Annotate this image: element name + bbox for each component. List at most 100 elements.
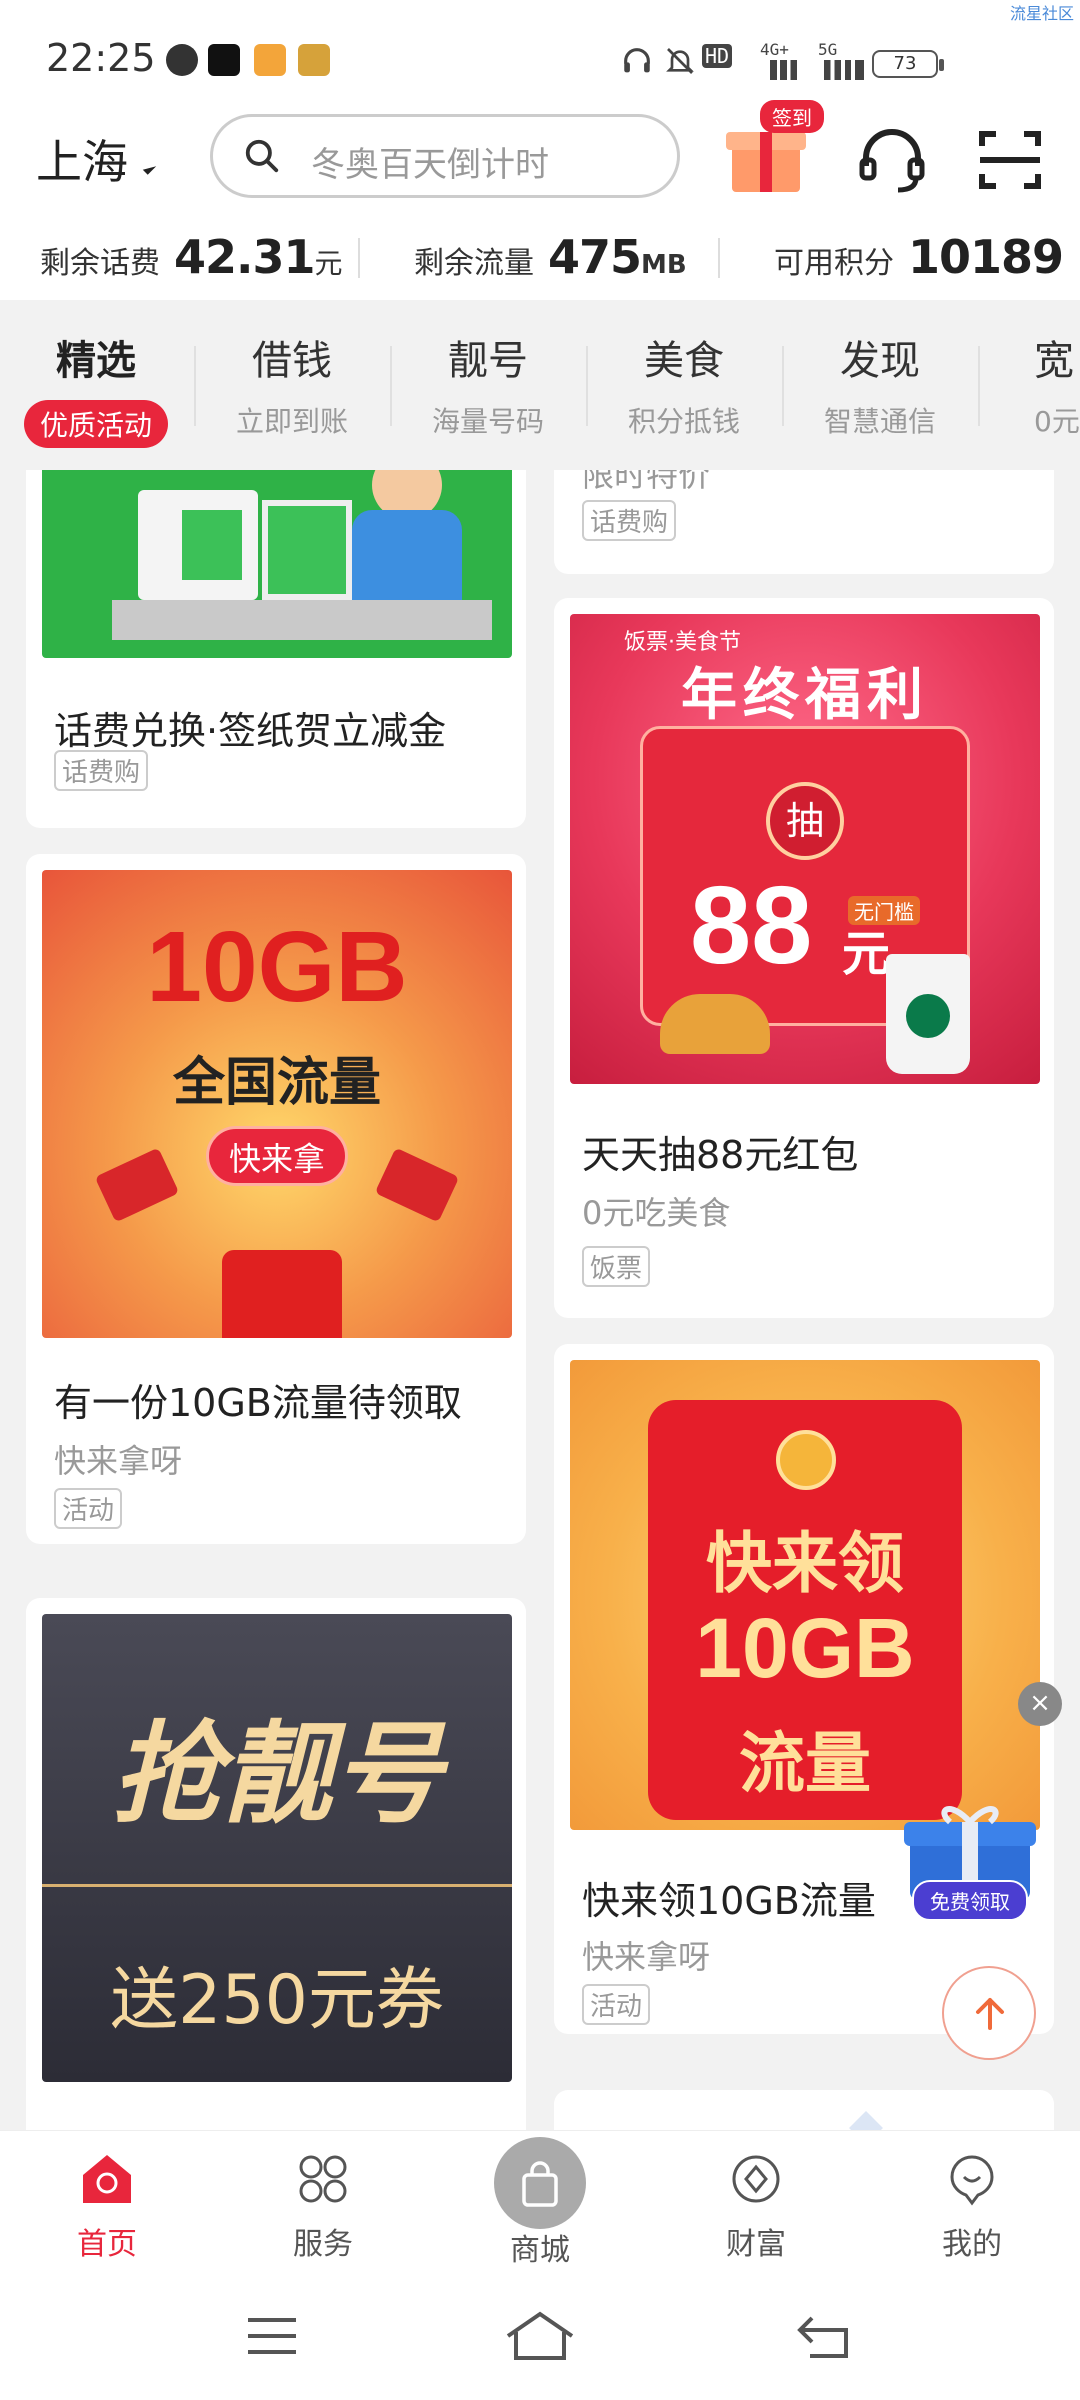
signin-badge[interactable]: 签到 bbox=[760, 100, 824, 133]
status-bar: 22:25 流星社区 HD 4G+ 5G 73 bbox=[0, 0, 1080, 100]
product-card[interactable]: 饭票·美食节 年终福利 抽 88 元 无门槛 天天抽88元红包 0元吃美食 饭票 bbox=[554, 598, 1054, 1318]
tab-sublabel: 优质活动 bbox=[23, 400, 168, 448]
banner-button: 快来拿 bbox=[206, 1126, 348, 1186]
tiktok-app-icon bbox=[208, 44, 240, 76]
card-image: 饭票·美食节 年终福利 抽 88 元 无门槛 bbox=[570, 614, 1040, 1084]
balance-fee-unit: 元 bbox=[314, 247, 343, 280]
caret-down-icon bbox=[142, 161, 157, 175]
card-subtitle: 0元吃美食 bbox=[582, 1194, 731, 1232]
tab-sublabel: 海量号码 bbox=[431, 405, 544, 438]
search-icon bbox=[245, 139, 279, 173]
balance-fee-label: 剩余话费 bbox=[40, 246, 160, 281]
card-title-partial: 限时特价 bbox=[582, 470, 711, 494]
free-claim-badge[interactable]: 免费领取 bbox=[912, 1880, 1028, 1921]
nav-label: 财富 bbox=[726, 2227, 786, 2262]
home-logo-icon bbox=[83, 2155, 131, 2203]
tab-sublabel: 积分抵钱 bbox=[627, 405, 740, 438]
card-image: 快来领 10GB 流量 bbox=[570, 1360, 1040, 1830]
home-system-icon[interactable] bbox=[504, 2310, 576, 2362]
card-title: 有一份10GB流量待领取 bbox=[54, 1381, 462, 1425]
penguin-app-icon bbox=[298, 44, 330, 76]
search-box[interactable]: 冬奥百天倒计时 bbox=[210, 114, 680, 198]
tab-label: 借钱 bbox=[252, 338, 332, 384]
card-tag: 活动 bbox=[582, 1984, 651, 2025]
card-tag: 饭票 bbox=[582, 1246, 651, 1287]
card-subtitle: 快来拿呀 bbox=[582, 1938, 711, 1976]
system-navigation-bar bbox=[0, 2274, 1080, 2400]
divider bbox=[358, 238, 360, 278]
category-tabs: 精选 优质活动 借钱 立即到账 靓号 海量号码 美食 积分抵钱 发现 智慧通信 … bbox=[0, 300, 1080, 470]
tab-label: 宽 bbox=[1034, 338, 1074, 384]
banner-headline: 年终福利 bbox=[681, 663, 929, 728]
card-title: 快来领10GB流量 bbox=[582, 1879, 876, 1923]
product-card[interactable]: 10GB 全国流量 快来拿 有一份10GB流量待领取 快来拿呀 活动 bbox=[26, 854, 526, 1544]
app-header: 上海 冬奥百天倒计时 签到 剩余话费 42.31元 剩余流量 475MB 可用积分 1… bbox=[0, 100, 1080, 300]
card-title: 天天抽88元红包 bbox=[582, 1133, 859, 1177]
headphones-icon bbox=[624, 48, 650, 73]
banner-line3: 流量 bbox=[739, 1725, 871, 1802]
hd-label: HD bbox=[702, 44, 733, 68]
tab-label: 美食 bbox=[644, 338, 724, 384]
browser-app-icon bbox=[166, 44, 198, 76]
tab-number[interactable]: 靓号 海量号码 bbox=[390, 328, 586, 440]
menu-icon[interactable] bbox=[246, 2314, 298, 2358]
nav-home[interactable]: 首页 bbox=[32, 2149, 182, 2263]
banner-subline: 送250元券 bbox=[110, 1961, 444, 2040]
banner-headline: 抢靓号 bbox=[112, 1710, 442, 1838]
banner-line2: 10GB bbox=[695, 1601, 915, 1695]
tab-featured[interactable]: 精选 优质活动 bbox=[0, 328, 194, 448]
banner-line1: 快来领 bbox=[706, 1525, 904, 1602]
tab-label: 精选 bbox=[56, 338, 136, 384]
signal-5g-icon bbox=[824, 60, 864, 80]
card-tag: 话费购 bbox=[54, 750, 149, 791]
balance-data-value: 475 bbox=[548, 230, 642, 284]
scan-icon[interactable] bbox=[970, 120, 1050, 200]
card-image: 抢靓号 送250元券 bbox=[42, 1614, 512, 2082]
nav-mall[interactable]: 商城 bbox=[465, 2149, 615, 2269]
card-tag: 活动 bbox=[54, 1488, 123, 1529]
profile-icon bbox=[950, 2155, 994, 2206]
product-card[interactable]: 话费兑换·签纸贺立减金 话费购 bbox=[26, 470, 526, 828]
tab-food[interactable]: 美食 积分抵钱 bbox=[586, 328, 782, 440]
balance-data-label: 剩余流量 bbox=[414, 246, 534, 281]
tab-sublabel: 0元预 bbox=[1034, 405, 1080, 438]
balance-fee[interactable]: 剩余话费 42.31元 bbox=[40, 230, 343, 284]
tab-discover[interactable]: 发现 智慧通信 bbox=[782, 328, 978, 440]
signal-4g-icon bbox=[770, 60, 804, 80]
banner-headline: 10GB bbox=[146, 911, 408, 1023]
tab-broadband[interactable]: 宽 0元预 bbox=[978, 328, 1080, 440]
card-image bbox=[42, 470, 512, 658]
game-app-icon bbox=[254, 44, 286, 76]
shopping-bag-icon bbox=[522, 2161, 558, 2207]
nav-wealth[interactable]: 财富 bbox=[681, 2149, 831, 2263]
close-floating-button[interactable]: × bbox=[1018, 1682, 1062, 1726]
divider bbox=[718, 238, 720, 278]
back-icon[interactable] bbox=[796, 2312, 852, 2360]
search-placeholder: 冬奥百天倒计时 bbox=[311, 145, 549, 185]
balance-points-value: 10189 bbox=[908, 230, 1064, 284]
nav-label: 商城 bbox=[510, 2233, 570, 2268]
customer-service-icon[interactable] bbox=[852, 120, 932, 200]
tab-label: 发现 bbox=[840, 338, 920, 384]
network-5g-label: 5G bbox=[818, 40, 838, 59]
nav-service[interactable]: 服务 bbox=[248, 2149, 398, 2263]
city-selector[interactable]: 上海 bbox=[36, 126, 128, 192]
product-card[interactable] bbox=[554, 2090, 1054, 2130]
balance-fee-value: 42.31 bbox=[174, 230, 316, 284]
balance-points[interactable]: 可用积分 10189 bbox=[774, 230, 1064, 284]
tab-sublabel: 立即到账 bbox=[235, 405, 348, 438]
balance-data[interactable]: 剩余流量 475MB bbox=[414, 230, 687, 284]
product-card[interactable]: 抢靓号 送250元券 bbox=[26, 1598, 526, 2130]
nav-label: 首页 bbox=[77, 2227, 137, 2262]
card-image: 10GB 全国流量 快来拿 bbox=[42, 870, 512, 1338]
nav-mine[interactable]: 我的 bbox=[897, 2149, 1047, 2263]
balance-data-unit: MB bbox=[641, 250, 687, 280]
product-card[interactable]: 快来领 10GB 流量 快来领10GB流量 快来拿呀 活动 bbox=[554, 1344, 1054, 2034]
banner-subline: 全国流量 bbox=[172, 1053, 381, 1113]
tab-borrow[interactable]: 借钱 立即到账 bbox=[194, 328, 390, 440]
banner-badge: 无门槛 bbox=[848, 896, 920, 925]
balance-row: 剩余话费 42.31元 剩余流量 475MB 可用积分 10189 bbox=[0, 220, 1080, 300]
back-to-top-button[interactable] bbox=[942, 1966, 1036, 2060]
mute-bell-icon bbox=[666, 48, 694, 74]
product-card[interactable]: 限时特价 话费购 bbox=[554, 470, 1054, 574]
